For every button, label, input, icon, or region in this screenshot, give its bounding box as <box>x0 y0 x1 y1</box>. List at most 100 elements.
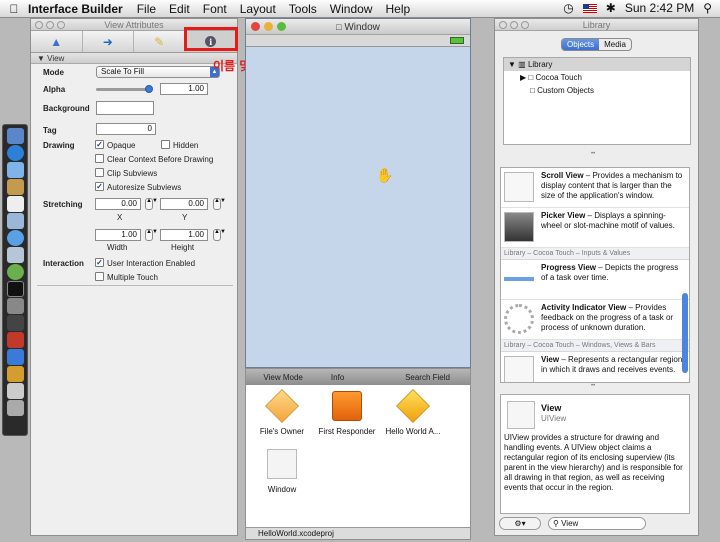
list-item-scroll-view[interactable]: Scroll View – Provides a mechanism to di… <box>501 168 689 208</box>
alpha-slider[interactable] <box>96 88 148 91</box>
app-delegate-item[interactable]: Hello World A... <box>382 389 444 436</box>
item-name: Scroll View <box>541 171 584 180</box>
stretch-y-stepper[interactable]: ▲▼ <box>213 198 226 210</box>
tree-item-library[interactable]: ▼ ▥ Library <box>504 58 690 71</box>
address-book-icon[interactable] <box>6 179 24 195</box>
folder-icon: □ <box>530 86 535 95</box>
time-machine-icon[interactable]: ◷ <box>563 1 573 15</box>
instruments-icon[interactable] <box>6 315 24 331</box>
tree-item-custom-objects[interactable]: □ Custom Objects <box>504 84 690 97</box>
item-name: Activity Indicator View <box>541 303 627 312</box>
tab-objects[interactable]: Objects <box>562 39 600 50</box>
info-button[interactable]: Info <box>320 373 355 382</box>
minimize-icon[interactable] <box>264 22 273 31</box>
menu-window[interactable]: Window <box>330 2 373 16</box>
alpha-slider-knob[interactable] <box>145 85 153 93</box>
preview-icon[interactable] <box>6 213 24 229</box>
list-item-picker-view[interactable]: Picker View – Displays a spinning-wheel … <box>501 208 689 248</box>
spotlight-icon[interactable]: ⚲ <box>703 1 712 15</box>
opaque-checkbox[interactable]: ✓ <box>95 140 104 149</box>
window-titlebar[interactable]: □ Window <box>246 19 470 35</box>
window-item[interactable]: Window <box>251 449 313 494</box>
app-menu[interactable]: Interface Builder <box>28 2 123 16</box>
user-interaction-checkbox[interactable]: ✓ <box>95 258 104 267</box>
menu-tools[interactable]: Tools <box>289 2 317 16</box>
trash-icon[interactable] <box>6 400 24 416</box>
stretch-width-stepper[interactable]: ▲▼ <box>145 229 158 241</box>
tab-connections[interactable]: ➜ <box>83 31 134 52</box>
x-label: X <box>117 213 123 222</box>
splitter-handle[interactable]: •• <box>591 383 595 389</box>
stretch-height-field[interactable]: 1.00 <box>160 229 208 241</box>
tree-item-cocoa-touch[interactable]: ▶ □ Cocoa Touch <box>504 71 690 84</box>
folder-icon[interactable] <box>6 366 24 382</box>
menu-edit[interactable]: Edit <box>169 2 190 16</box>
menu-file[interactable]: File <box>137 2 156 16</box>
splitter-handle[interactable]: •• <box>591 151 595 157</box>
clip-subviews-checkbox[interactable] <box>95 168 104 177</box>
section-view-label: View <box>47 54 65 63</box>
library-titlebar[interactable]: Library <box>495 19 698 31</box>
clear-context-checkbox[interactable] <box>95 154 104 163</box>
list-item-progress-view[interactable]: Progress View – Depicts the progress of … <box>501 260 689 300</box>
stretch-x-stepper[interactable]: ▲▼ <box>145 198 158 210</box>
minimize-icon[interactable] <box>46 21 54 29</box>
ical-icon[interactable] <box>6 196 24 212</box>
close-icon[interactable] <box>499 21 507 29</box>
safari-icon[interactable] <box>6 145 24 161</box>
zoom-icon[interactable] <box>57 21 65 29</box>
search-field[interactable]: Search Field <box>355 373 470 382</box>
itunes-icon[interactable] <box>6 230 24 246</box>
interface-builder-icon[interactable] <box>6 349 24 365</box>
action-menu-button[interactable]: ⚙▾ <box>499 517 541 530</box>
bluetooth-icon[interactable]: ✱ <box>606 1 616 15</box>
list-item-activity-indicator[interactable]: Activity Indicator View – Provides feedb… <box>501 300 689 340</box>
clock[interactable]: Sun 2:42 PM <box>625 1 694 15</box>
progress-view-icon <box>504 264 534 294</box>
background-color-well[interactable] <box>96 101 154 115</box>
stretch-x-field[interactable]: 0.00 <box>95 198 141 210</box>
close-icon[interactable] <box>35 21 43 29</box>
tag-label: Tag <box>43 126 57 135</box>
menu-font[interactable]: Font <box>203 2 227 16</box>
apple-menu-icon[interactable]:  <box>0 2 28 16</box>
documents-icon[interactable] <box>6 383 24 399</box>
time-machine-dock-icon[interactable] <box>6 264 24 280</box>
zoom-icon[interactable] <box>521 21 529 29</box>
menu-layout[interactable]: Layout <box>240 2 276 16</box>
menu-help[interactable]: Help <box>385 2 410 16</box>
first-responder-icon <box>332 391 362 421</box>
multiple-touch-checkbox[interactable] <box>95 272 104 281</box>
window-editor[interactable]: □ Window ✋ <box>245 18 471 368</box>
library-search-input[interactable]: ⚲ View <box>548 517 646 530</box>
list-item-view[interactable]: View – Represents a rectangular region i… <box>501 352 689 382</box>
tab-attributes[interactable]: ▲ <box>31 31 83 52</box>
finder-icon[interactable] <box>6 128 24 144</box>
input-flag-icon[interactable] <box>582 3 597 13</box>
minimize-icon[interactable] <box>510 21 518 29</box>
autoresize-checkbox[interactable]: ✓ <box>95 182 104 191</box>
scrollbar-thumb[interactable] <box>682 293 688 373</box>
ichat-icon[interactable] <box>6 162 24 178</box>
terminal-icon[interactable] <box>6 281 24 297</box>
stretch-width-field[interactable]: 1.00 <box>95 229 141 241</box>
iphoto-icon[interactable] <box>6 247 24 263</box>
tab-size[interactable]: ✎ <box>134 31 186 52</box>
divider <box>37 285 233 286</box>
close-icon[interactable] <box>251 22 260 31</box>
first-responder-item[interactable]: First Responder <box>316 391 378 436</box>
background-label: Background <box>43 104 90 113</box>
alpha-field[interactable]: 1.00 <box>160 83 208 95</box>
xcode-icon[interactable] <box>6 332 24 348</box>
stretch-height-stepper[interactable]: ▲▼ <box>213 229 226 241</box>
files-owner-item[interactable]: File's Owner <box>251 389 313 436</box>
zoom-icon[interactable] <box>277 22 286 31</box>
section-view[interactable]: ▼ View <box>31 53 237 64</box>
stretch-y-field[interactable]: 0.00 <box>160 198 208 210</box>
hidden-checkbox[interactable] <box>161 140 170 149</box>
system-preferences-icon[interactable] <box>6 298 24 314</box>
tag-field[interactable]: 0 <box>96 123 156 135</box>
mode-popup[interactable]: Scale To Fill ▲ <box>96 66 220 78</box>
tab-media[interactable]: Media <box>599 39 631 50</box>
view-mode-button[interactable]: View Mode <box>246 373 320 382</box>
